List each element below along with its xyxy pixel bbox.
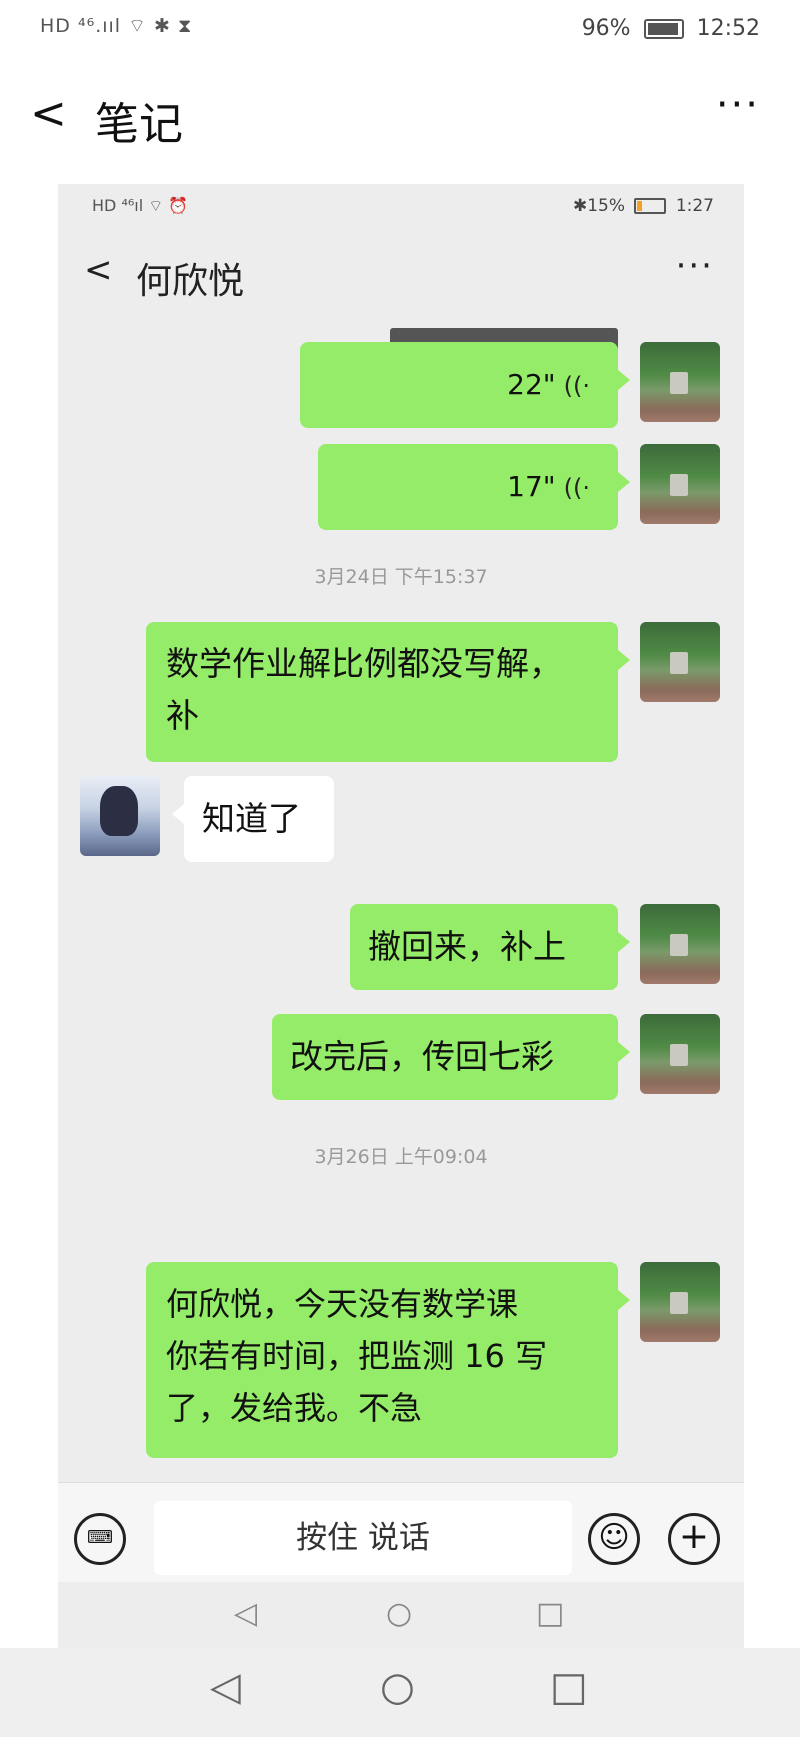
inner-status-icons: HD ⁴⁶ıl ⌔ ⏰ [92,196,189,215]
notes-header: < 笔记 ··· [0,70,800,160]
nav-back-icon[interactable]: ◁ [234,1596,257,1631]
inner-status-right: ✱15% 1:27 [573,196,714,216]
status-bar: HD ⁴⁶.ııl ⌔ ✱ ⧗ 96% 12:52 [0,0,800,60]
back-icon[interactable]: < [30,88,67,139]
battery-icon [643,19,684,39]
text-message[interactable]: 知道了 [172,776,334,862]
message-line: 撤回来，补上 [368,927,566,966]
status-right: 96% 12:52 [582,16,760,41]
bubble-tail [618,932,630,952]
bubble-tail [618,650,630,670]
my-avatar[interactable] [640,622,720,702]
plus-icon[interactable]: + [668,1513,720,1565]
system-nav-bar: ◁ ○ □ [0,1648,800,1737]
message-line: 改完后，传回七彩 [290,1037,554,1076]
bubble-tail [618,472,630,492]
text-message[interactable]: 撤回来，补上 [350,904,630,990]
message-line: 知道了 [202,799,301,838]
my-avatar[interactable] [640,444,720,524]
text-message[interactable]: 何欣悦，今天没有数学课 你若有时间，把监测 16 写 了，发给我。不急 [146,1262,630,1458]
my-avatar[interactable] [640,904,720,984]
voice-duration: 22" [507,368,556,401]
voice-duration: 17" [507,470,556,503]
bubble-tail [618,370,630,390]
embedded-chat-screenshot: HD ⁴⁶ıl ⌔ ⏰ ✱15% 1:27 < 何欣悦 ··· 22" ((· 1… [58,184,744,1648]
text-message[interactable]: 改完后，传回七彩 [272,1014,630,1100]
voice-message[interactable]: 22" ((· [300,342,630,428]
nav-recents-icon[interactable]: □ [536,1596,564,1631]
voice-wave-icon: ((· [563,372,590,400]
nav-recents-icon[interactable]: □ [550,1664,588,1710]
page-title: 笔记 [95,99,183,150]
hold-to-talk-button[interactable]: 按住 说话 [154,1501,572,1575]
chat-input-bar: ⌨ 按住 说话 ☺ + [58,1482,744,1583]
chat-header: < 何欣悦 ··· [58,244,744,304]
chat-title: 何欣悦 [136,261,245,302]
message-line: 数学作业解比例都没写解， [166,644,562,683]
chat-back-icon[interactable]: < [84,250,113,290]
message-line: 你若有时间，把监测 16 写 [166,1337,548,1375]
inner-nav-bar: ◁ ○ □ [58,1582,744,1648]
nav-home-icon[interactable]: ○ [380,1664,415,1710]
inner-clock: 1:27 [675,196,714,216]
chat-more-icon[interactable]: ··· [676,246,714,286]
message-line: 何欣悦，今天没有数学课 [166,1285,519,1323]
status-icons: HD ⁴⁶.ııl ⌔ ✱ ⧗ [40,15,193,37]
message-line: 了，发给我。不急 [166,1389,423,1427]
more-icon[interactable]: ··· [716,82,760,128]
clock: 12:52 [696,16,760,41]
my-avatar[interactable] [640,1262,720,1342]
bubble-tail [172,804,184,824]
timestamp: 3月26日 上午09:04 [314,1146,488,1168]
nav-home-icon[interactable]: ○ [386,1596,412,1631]
nav-back-icon[interactable]: ◁ [210,1664,241,1710]
voice-message[interactable]: 17" ((· [318,444,630,530]
inner-battery-icon [634,198,667,214]
message-line: 补 [166,696,199,735]
keyboard-icon[interactable]: ⌨ [74,1513,126,1565]
contact-avatar[interactable] [80,776,160,856]
emoji-icon[interactable]: ☺ [588,1513,640,1565]
battery-percent: 96% [581,16,631,41]
voice-wave-icon: ((· [563,474,590,502]
text-message[interactable]: 数学作业解比例都没写解， 补 [146,622,630,762]
my-avatar[interactable] [640,1014,720,1094]
bubble-tail [618,1290,630,1310]
my-avatar[interactable] [640,342,720,422]
inner-status-bar: HD ⁴⁶ıl ⌔ ⏰ ✱15% 1:27 [58,184,744,228]
inner-battery-percent: ✱15% [572,196,625,216]
timestamp: 3月24日 下午15:37 [314,566,488,588]
bubble-tail [618,1042,630,1062]
